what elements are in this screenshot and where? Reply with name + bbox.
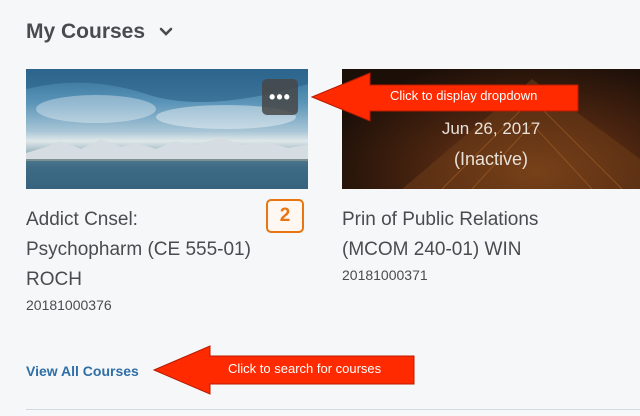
- chevron-down-icon[interactable]: [159, 27, 173, 37]
- course-code: 20181000376: [26, 297, 112, 313]
- course-title-line: (MCOM 240-01) WIN: [342, 239, 522, 260]
- callout-text: Click to display dropdown: [390, 88, 538, 103]
- course-options-button[interactable]: •••: [262, 79, 298, 115]
- my-courses-header[interactable]: My Courses: [26, 20, 173, 44]
- course-title-line: Psychopharm (CE 555-01): [26, 239, 251, 260]
- search-callout: Click to search for courses: [150, 344, 420, 396]
- view-all-courses-link[interactable]: View All Courses: [26, 363, 139, 379]
- course-image[interactable]: •••: [26, 69, 308, 189]
- course-code: 20181000371: [342, 267, 428, 283]
- page-title: My Courses: [26, 20, 146, 43]
- course-card[interactable]: ••• Addict Cnsel: Psychopharm (CE 555-01…: [26, 69, 308, 313]
- dropdown-callout: Click to display dropdown: [308, 69, 584, 125]
- divider: [26, 409, 640, 410]
- course-title-line: Prin of Public Relations: [342, 209, 539, 230]
- course-title-line: ROCH: [26, 269, 82, 290]
- callout-text: Click to search for courses: [228, 361, 382, 376]
- course-status: (Inactive): [453, 149, 529, 169]
- course-title[interactable]: Prin of Public Relations (MCOM 240-01) W…: [342, 205, 640, 265]
- notification-badge[interactable]: 2: [266, 199, 304, 233]
